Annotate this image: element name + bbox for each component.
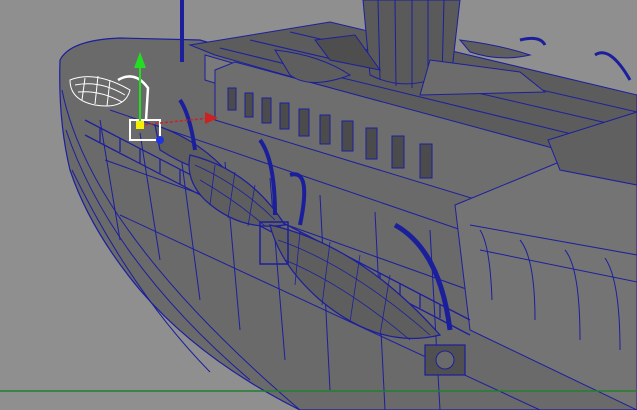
- center-handle-icon[interactable]: [136, 121, 144, 129]
- maya-3d-viewport[interactable]: [0, 0, 637, 410]
- ship-wireframe-scene[interactable]: [0, 0, 637, 410]
- z-axis-handle-icon[interactable]: [156, 136, 164, 144]
